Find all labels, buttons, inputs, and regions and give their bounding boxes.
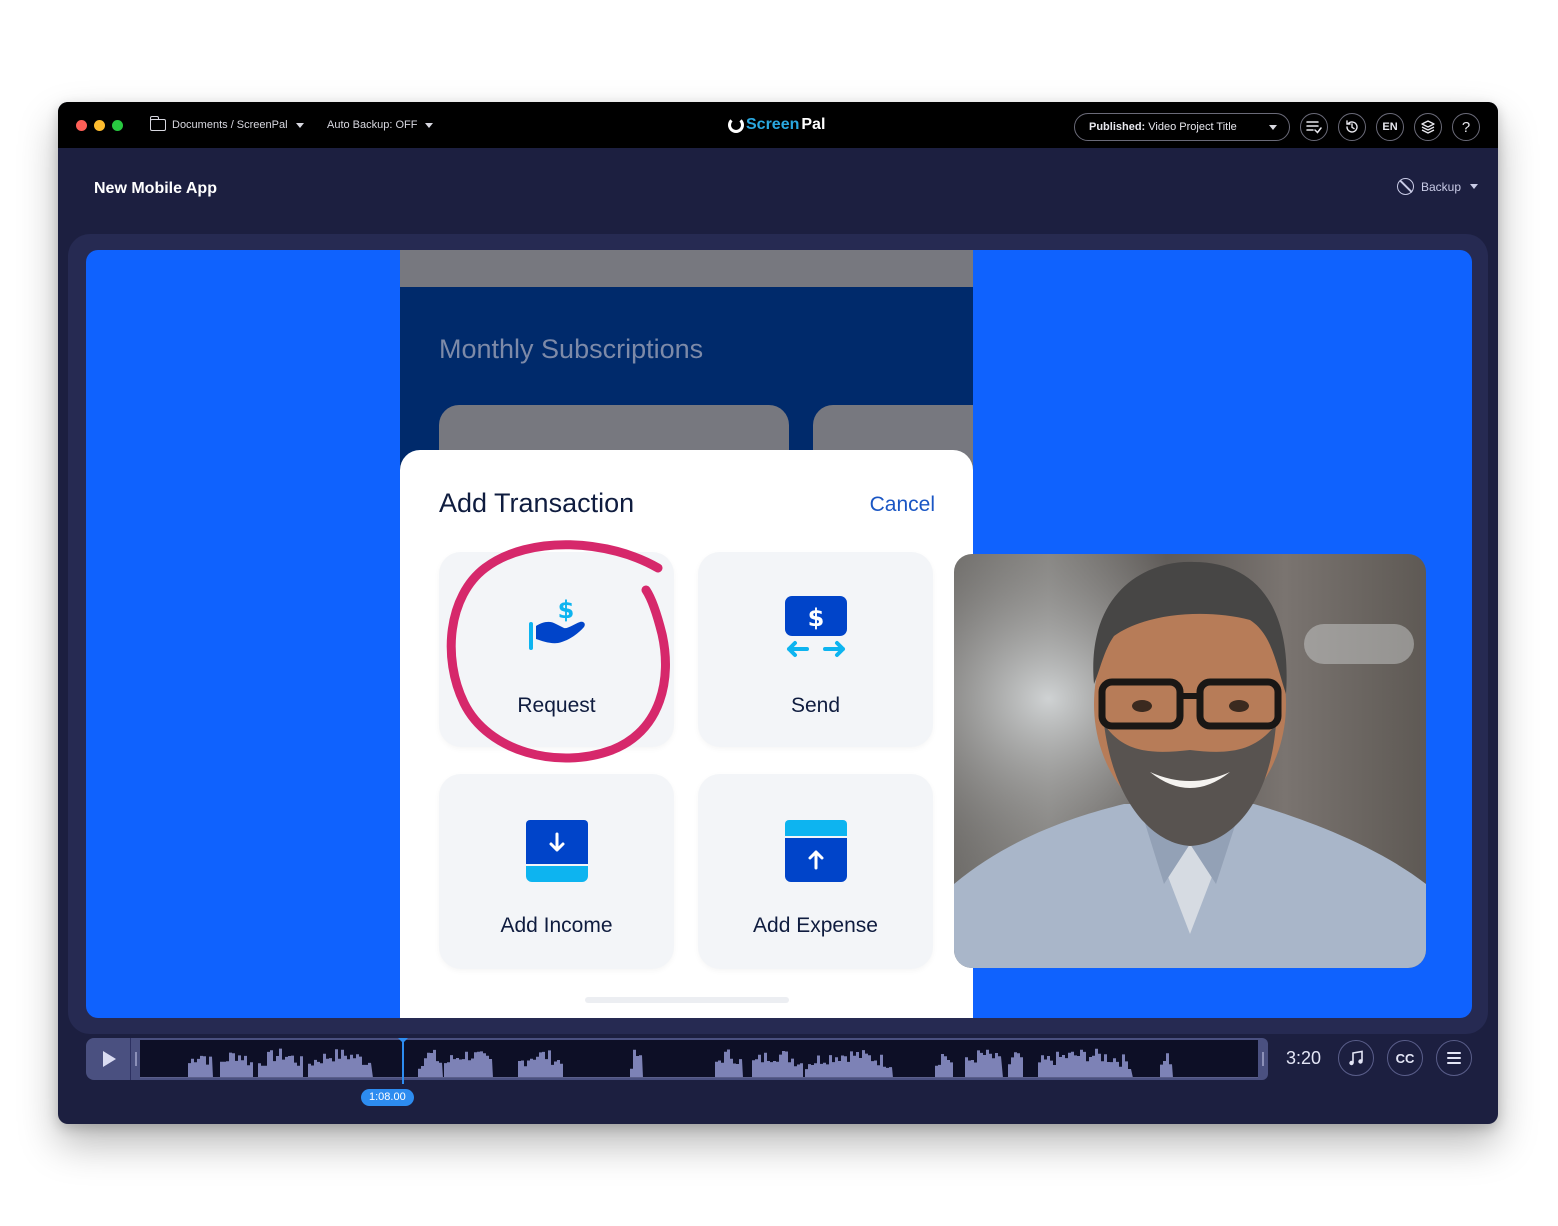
publish-prefix: Published: <box>1089 121 1146 133</box>
phone-heading: Monthly Subscriptions <box>439 334 704 364</box>
language-label: EN <box>1382 121 1398 133</box>
auto-backup-label: Auto Backup: OFF <box>327 119 418 131</box>
send-money-icon: $ <box>784 596 847 657</box>
add-expense-tile[interactable]: Add Expense <box>698 774 933 969</box>
backup-dropdown[interactable]: Backup <box>1396 178 1478 195</box>
backup-disabled-icon <box>1396 178 1414 195</box>
chevron-down-icon <box>425 122 434 128</box>
tile-label: Add Income <box>500 914 613 937</box>
help-button[interactable]: ? <box>1452 113 1480 141</box>
income-download-icon <box>525 820 588 882</box>
captions-button[interactable]: CC <box>1387 1040 1423 1076</box>
waveform-segment <box>444 1051 493 1078</box>
publish-status-dropdown[interactable]: Published: Video Project Title <box>1074 113 1290 141</box>
hand-dollar-icon: $ <box>528 596 585 650</box>
svg-text:$: $ <box>557 596 574 624</box>
trim-handle-start[interactable] <box>130 1038 140 1080</box>
captions-label: CC <box>1395 1050 1415 1066</box>
cancel-button[interactable]: Cancel <box>870 493 935 517</box>
backup-label: Backup <box>1420 179 1461 194</box>
waveform-segment <box>935 1054 953 1078</box>
playhead-time-badge: 1:08.00 <box>361 1089 414 1106</box>
language-button[interactable]: EN <box>1376 113 1404 141</box>
waveform-segment <box>630 1049 643 1078</box>
waveform-segment <box>258 1048 303 1078</box>
help-icon: ? <box>1461 118 1471 136</box>
waveform-segment <box>308 1049 373 1078</box>
checklist-icon <box>1306 121 1322 134</box>
waveform-segment <box>1160 1053 1173 1078</box>
playhead[interactable] <box>398 1038 408 1084</box>
auto-backup-dropdown[interactable]: Auto Backup: OFF <box>327 102 434 148</box>
waveform-segment <box>220 1052 253 1078</box>
checklist-button[interactable] <box>1300 113 1328 141</box>
presenter-photo <box>954 554 1426 968</box>
breadcrumb-dropdown[interactable]: Documents / ScreenPal <box>149 102 304 148</box>
expense-upload-icon <box>784 820 847 882</box>
chevron-down-icon <box>1470 184 1478 189</box>
publish-title: Video Project Title <box>1148 121 1237 133</box>
trim-handle-end[interactable] <box>1258 1038 1268 1080</box>
chevron-down-icon <box>295 122 304 128</box>
phone-screen: Monthly Subscriptions Add Transaction Ca… <box>400 250 973 1018</box>
svg-text:$: $ <box>807 604 824 632</box>
request-tile[interactable]: $ Request <box>439 552 674 747</box>
breadcrumb: Documents / ScreenPal <box>172 119 288 131</box>
close-window-button[interactable] <box>76 120 87 131</box>
screenpal-logo: Screen Pal <box>728 114 825 136</box>
minimize-window-button[interactable] <box>94 120 105 131</box>
menu-button[interactable] <box>1436 1040 1472 1076</box>
timeline[interactable] <box>86 1038 1268 1084</box>
add-income-tile[interactable]: Add Income <box>439 774 674 969</box>
waveform-segment <box>715 1049 743 1078</box>
waveform-segment <box>805 1050 893 1078</box>
title-bar: Documents / ScreenPal Auto Backup: OFF S… <box>58 102 1498 148</box>
tile-label: Request <box>517 694 596 717</box>
history-button[interactable] <box>1338 113 1366 141</box>
audio-waveform-track[interactable] <box>140 1038 1258 1084</box>
audio-waveform <box>140 1048 1258 1078</box>
layers-button[interactable] <box>1414 113 1442 141</box>
music-icon <box>1349 1050 1363 1066</box>
phone-status-bar <box>400 250 973 287</box>
app-window: Documents / ScreenPal Auto Backup: OFF S… <box>58 102 1498 1124</box>
folder-icon <box>149 116 166 131</box>
maximize-window-button[interactable] <box>112 120 123 131</box>
home-indicator <box>585 997 789 1003</box>
project-title: New Mobile App <box>94 180 217 197</box>
tile-label: Send <box>790 694 841 717</box>
waveform-segment <box>518 1050 563 1078</box>
waveform-segment <box>752 1051 803 1078</box>
add-transaction-sheet: Add Transaction Cancel $ Request $ Send … <box>400 450 973 1018</box>
send-tile[interactable]: $ Send <box>698 552 933 747</box>
tile-label: Add Expense <box>753 914 878 937</box>
menu-icon <box>1447 1052 1461 1064</box>
music-button[interactable] <box>1338 1040 1374 1076</box>
play-icon <box>103 1051 116 1067</box>
play-button[interactable] <box>86 1038 130 1080</box>
video-canvas[interactable]: Monthly Subscriptions Add Transaction Ca… <box>86 250 1472 1018</box>
history-icon <box>1346 120 1358 133</box>
waveform-segment <box>188 1055 213 1078</box>
waveform-segment <box>1038 1048 1133 1078</box>
webcam-overlay[interactable] <box>954 554 1426 968</box>
waveform-segment <box>1008 1052 1023 1078</box>
duration-label: 3:20 <box>1286 1048 1322 1068</box>
chevron-down-icon <box>1269 124 1277 130</box>
waveform-segment <box>965 1049 1003 1078</box>
logo-icon <box>728 117 744 133</box>
layers-icon <box>1421 120 1435 134</box>
sheet-title: Add Transaction <box>439 488 635 518</box>
waveform-segment <box>418 1049 443 1078</box>
